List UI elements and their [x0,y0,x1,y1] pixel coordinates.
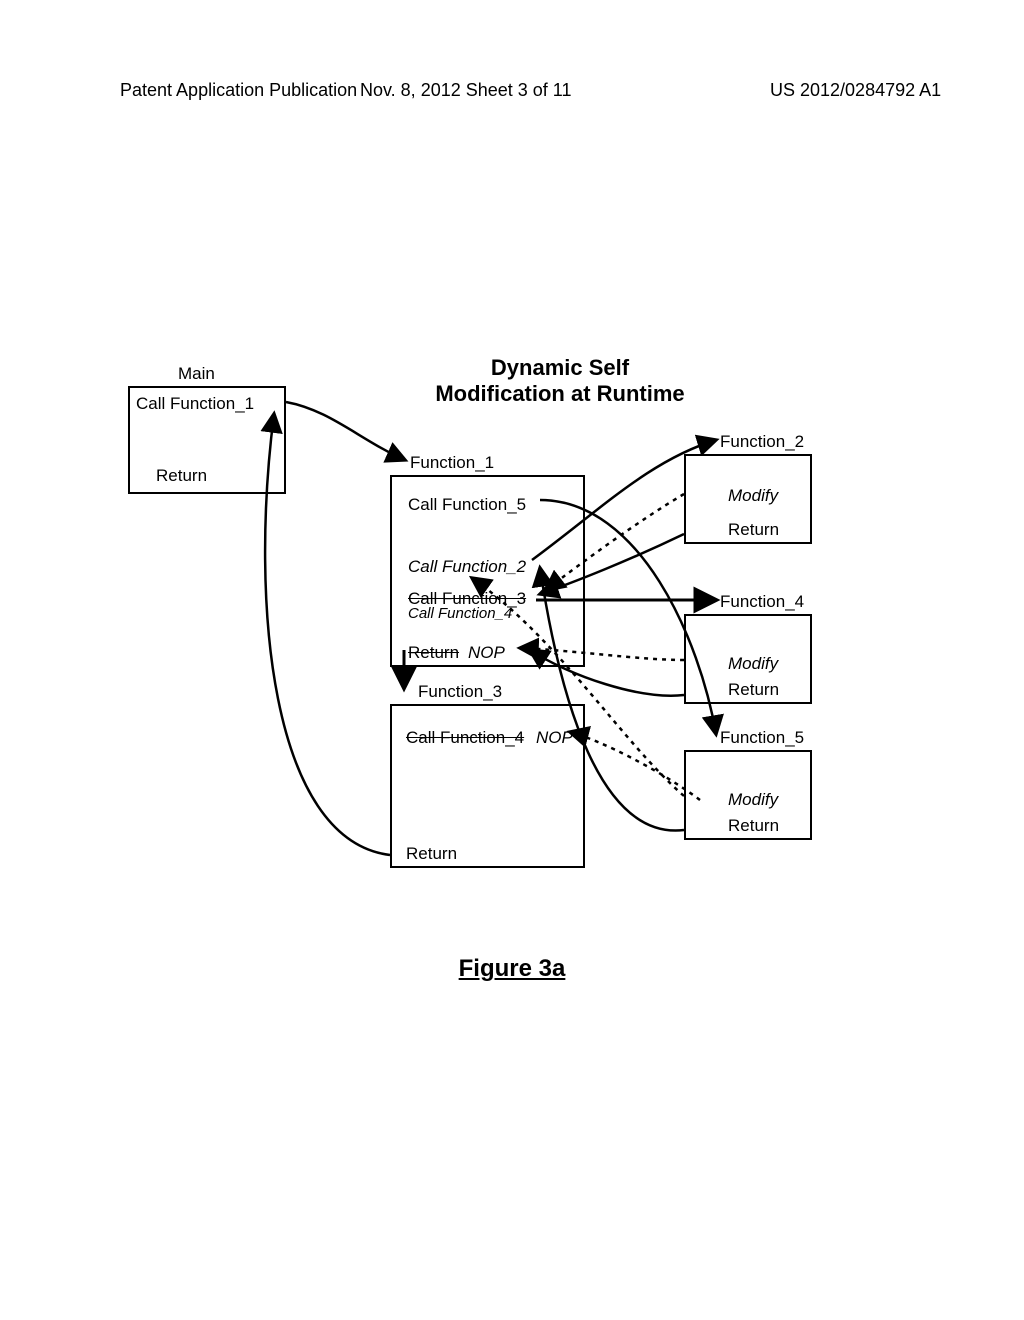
f2-return: Return [728,520,779,540]
f1-return: Return [408,643,459,663]
header-right: US 2012/0284792 A1 [770,80,941,101]
f1-label: Function_1 [410,453,494,473]
f2-label: Function_2 [720,432,804,452]
f4-return: Return [728,680,779,700]
figure-caption: Figure 3a [0,955,1024,983]
f1-call4: Call Function_4 [408,605,512,622]
f4-modify: Modify [728,654,778,674]
f2-box: Modify Return [684,454,812,544]
f5-box: Modify Return [684,750,812,840]
diagram-title: Dynamic Self Modification at Runtime [420,355,700,407]
main-box: Call Function_1 Return [128,386,286,494]
f1-nop: NOP [468,643,505,663]
f5-label: Function_5 [720,728,804,748]
f4-label: Function_4 [720,592,804,612]
f5-return: Return [728,816,779,836]
main-label: Main [178,364,215,384]
f1-call2: Call Function_2 [408,557,526,577]
f3-label: Function_3 [418,682,502,702]
main-call: Call Function_1 [136,394,254,414]
diagram-title-line1: Dynamic Self [491,355,629,380]
f3-call4: Call Function_4 [406,728,524,748]
header-center: Nov. 8, 2012 Sheet 3 of 11 [360,80,571,101]
f3-return: Return [406,844,457,864]
f2-modify: Modify [728,486,778,506]
f4-box: Modify Return [684,614,812,704]
f1-call5: Call Function_5 [408,495,526,515]
f1-box: Call Function_5 Call Function_2 Call Fun… [390,475,585,667]
f3-box: Call Function_4 NOP Return [390,704,585,868]
diagram-title-line2: Modification at Runtime [435,381,684,406]
main-return: Return [156,466,207,486]
header-left: Patent Application Publication [120,80,357,101]
f3-nop: NOP [536,728,573,748]
f5-modify: Modify [728,790,778,810]
